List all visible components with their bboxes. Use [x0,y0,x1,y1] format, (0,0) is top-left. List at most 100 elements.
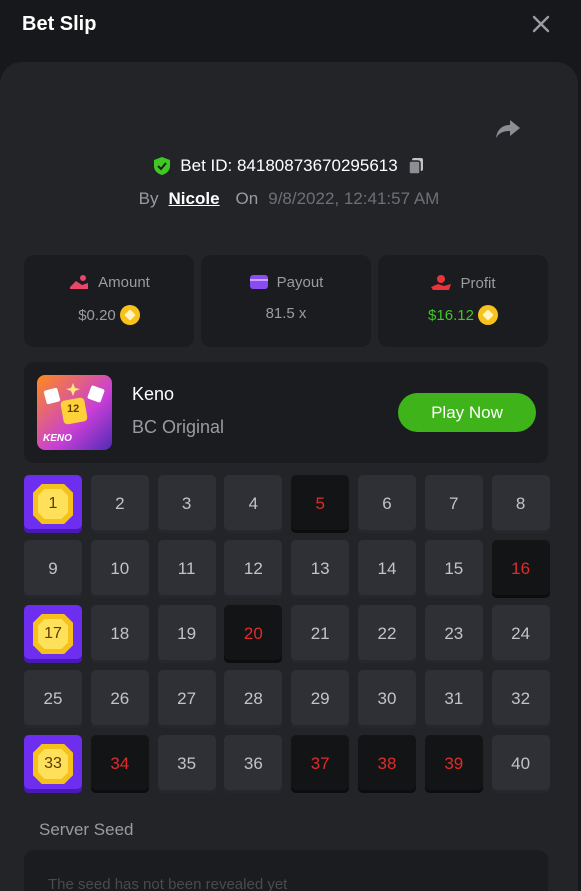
share-icon[interactable] [493,114,523,144]
keno-tile-12: 12 [224,540,283,598]
keno-tile-number: 6 [382,494,392,513]
keno-tile-22: 22 [357,605,416,663]
bet-id-row: Bet ID: 84180873670295613 [0,152,578,180]
keno-grid: 1 2 3 4 5 6 7 8 9 10 11 12 13 14 15 16 17 18 19 20 21 22 23 24 2… [24,475,550,793]
payout-card: Payout 81.5 x [201,255,371,347]
keno-tile-number: 25 [43,689,63,708]
keno-tile-8: 8 [491,475,550,533]
play-now-button[interactable]: Play Now [398,393,536,432]
profit-value: $16.12 [428,306,474,324]
amount-card: Amount $0.20 [24,255,194,347]
keno-tile-number: 28 [243,689,263,708]
keno-tile-7: 7 [424,475,483,533]
keno-tile-20: 20 [224,605,283,663]
keno-tile-13: 13 [291,540,350,598]
keno-tile-17: 17 [24,605,82,663]
keno-tile-39: 39 [424,735,483,793]
keno-tile-number: 33 [44,755,62,772]
keno-tile-number: 1 [48,495,58,512]
keno-tile-number: 5 [315,494,325,513]
wallet-icon [249,275,268,289]
keno-tile-27: 27 [157,670,216,728]
amount-label: Amount [98,273,150,291]
close-icon[interactable] [529,12,553,36]
keno-tile-11: 11 [157,540,216,598]
page-title: Bet Slip [22,13,97,35]
keno-tile-36: 36 [224,735,283,793]
keno-tile-number: 17 [44,625,62,642]
keno-tile-40: 40 [491,735,550,793]
amount-value: $0.20 [78,306,116,324]
keno-tile-number: 36 [243,754,263,773]
keno-tile-number: 14 [377,559,397,578]
shield-check-icon [154,157,171,175]
keno-tile-16: 16 [491,540,550,598]
game-card: 12 KENO Keno BC Original Play Now [24,362,548,463]
keno-tile-number: 20 [243,624,263,643]
keno-tile-19: 19 [157,605,216,663]
keno-tile-33: 33 [24,735,82,793]
by-label: By [138,189,159,208]
thumb-logo-text: KENO [43,433,72,444]
keno-tile-1: 1 [24,475,82,533]
game-name: Keno [132,384,175,404]
thumb-tile-number: 12 [67,403,80,415]
profit-label: Profit [460,274,496,292]
keno-tile-10: 10 [90,540,149,598]
keno-tile-number: 15 [444,559,464,578]
keno-tile-4: 4 [224,475,283,533]
keno-tile-9: 9 [24,540,82,598]
keno-tile-number: 27 [177,689,197,708]
bet-id: Bet ID: 84180873670295613 [180,156,398,175]
keno-tile-25: 25 [24,670,82,728]
on-label: On [235,189,259,208]
keno-tile-38: 38 [357,735,416,793]
keno-tile-number: 7 [449,494,459,513]
keno-tile-34: 34 [90,735,149,793]
keno-tile-number: 4 [248,494,259,513]
keno-tile-number: 35 [177,754,197,773]
keno-tile-14: 14 [357,540,416,598]
game-subtitle: BC Original [132,417,225,437]
server-seed-value: The seed has not been revealed yet [48,876,288,891]
keno-tile-number: 30 [377,689,397,708]
profit-card: Profit $16.12 [378,255,548,347]
keno-tile-number: 23 [444,624,464,643]
copy-icon[interactable] [406,156,426,176]
keno-tile-number: 11 [177,559,196,578]
coins-hand-icon [70,275,89,289]
keno-tile-37: 37 [291,735,350,793]
keno-tile-24: 24 [491,605,550,663]
bcd-coin-icon [477,305,498,325]
server-seed-label: Server Seed [39,820,134,839]
profit-hand-icon [431,275,452,290]
keno-tile-number: 34 [110,754,130,773]
keno-tile-number: 9 [48,559,58,578]
server-seed-field: The seed has not been revealed yet [24,850,548,891]
keno-tile-31: 31 [424,670,483,728]
gem-tile-icon: 17 [33,614,73,654]
gem-tile-icon: 1 [33,484,73,524]
keno-tile-number: 2 [115,494,125,513]
keno-tile-23: 23 [424,605,483,663]
user-link[interactable]: Nicole [169,189,220,209]
keno-tile-29: 29 [291,670,350,728]
keno-tile-28: 28 [224,670,283,728]
keno-tile-number: 31 [444,689,464,708]
bet-date: 9/8/2022, 12:41:57 AM [268,189,440,208]
header: Bet Slip [0,0,581,52]
keno-tile-15: 15 [424,540,483,598]
keno-tile-number: 40 [511,754,531,773]
game-thumbnail[interactable]: 12 KENO [37,375,112,450]
bcd-coin-icon [119,305,140,325]
keno-tile-number: 8 [515,494,526,513]
keno-tile-3: 3 [157,475,216,533]
keno-tile-number: 10 [110,559,130,578]
keno-tile-2: 2 [90,475,149,533]
keno-tile-number: 3 [181,494,192,513]
keno-tile-35: 35 [157,735,216,793]
bet-meta-row: By Nicole On 9/8/2022, 12:41:57 AM [0,185,578,213]
keno-tile-number: 12 [243,559,263,578]
keno-tile-26: 26 [90,670,149,728]
payout-value: 81.5 x [265,305,307,322]
